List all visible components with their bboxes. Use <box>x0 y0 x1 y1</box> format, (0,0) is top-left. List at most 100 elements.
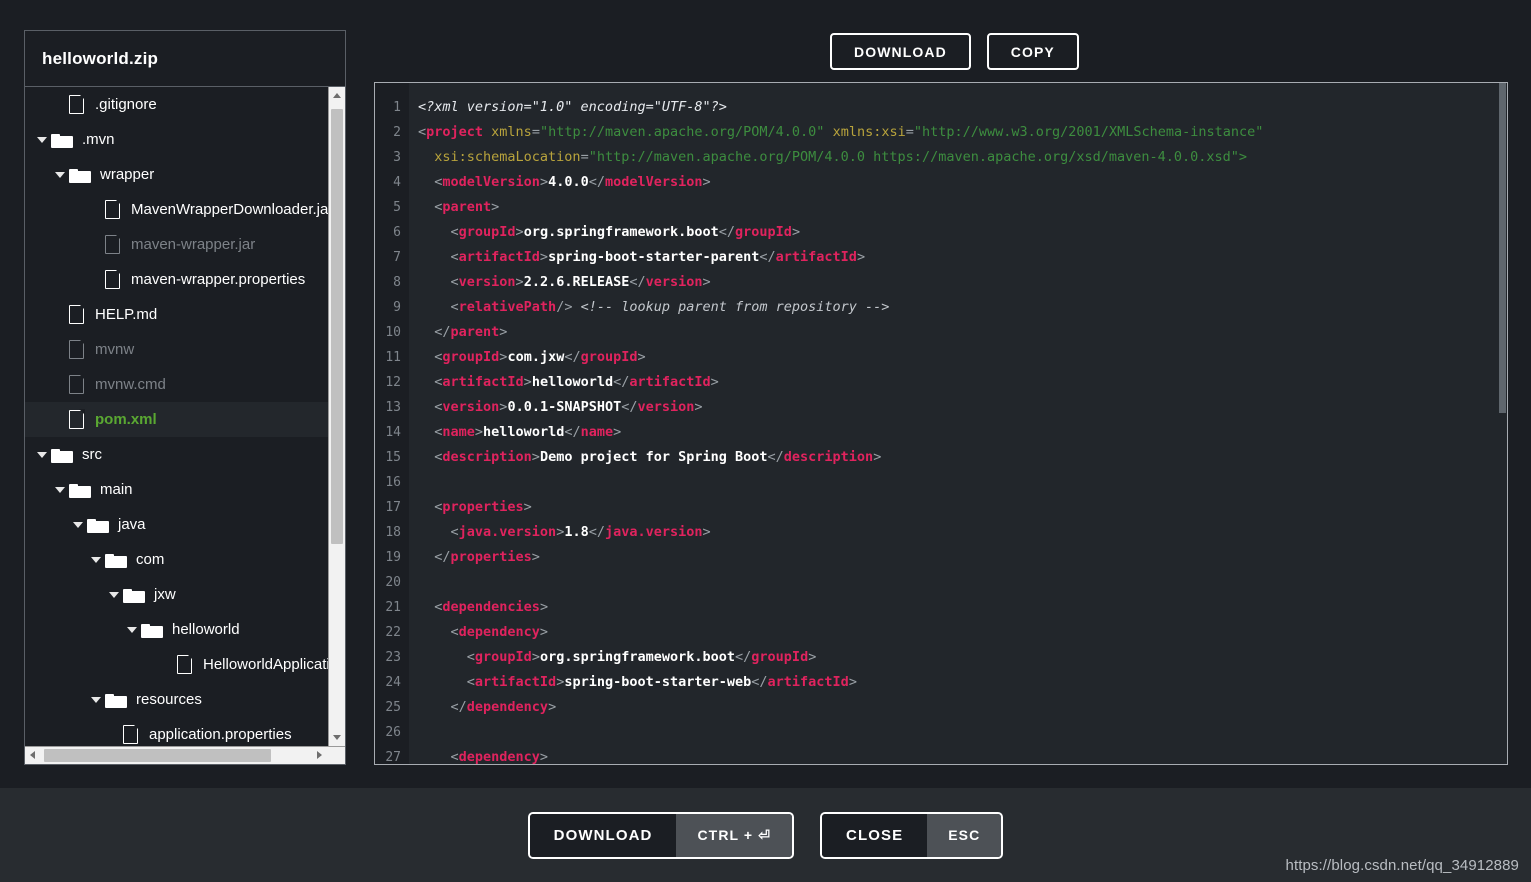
watermark-text: https://blog.csdn.net/qq_34912889 <box>1285 857 1519 874</box>
scrollbar-corner <box>328 747 345 764</box>
code-line: <version>0.0.1-SNAPSHOT</version> <box>418 395 1507 420</box>
tree-folder-row[interactable]: com <box>25 542 328 577</box>
download-button-label: DOWNLOAD <box>529 813 677 857</box>
horizontal-scrollbar-thumb[interactable] <box>44 749 271 762</box>
code-token: xmlns <box>483 124 532 140</box>
line-number: 4 <box>393 175 401 190</box>
code-token: java.version <box>604 524 703 540</box>
code-token: > <box>531 449 540 465</box>
download-button-footer[interactable]: DOWNLOAD CTRL + ⏎ <box>527 811 795 859</box>
code-token: </ <box>759 249 776 265</box>
code-token: "http://maven.apache.org/POM/4.0.0" <box>539 124 825 140</box>
code-token: groupId <box>735 224 792 240</box>
chevron-down-icon[interactable] <box>55 485 65 494</box>
tree-file-row[interactable]: application.properties <box>25 717 328 746</box>
tree-folder-row[interactable]: resources <box>25 682 328 717</box>
code-token: </ <box>751 674 768 690</box>
tree-folder-row[interactable]: .mvn <box>25 122 328 157</box>
tree-file-row[interactable]: .gitignore <box>25 87 328 122</box>
code-token: < <box>418 624 459 640</box>
code-content[interactable]: <?xml version="1.0" encoding="UTF-8"?> <p… <box>409 83 1507 764</box>
code-token: xsi:schemaLocation <box>418 149 581 165</box>
code-token: < <box>418 674 475 690</box>
code-token: > <box>710 374 719 390</box>
line-number: 3 <box>393 150 401 165</box>
tree-folder-row[interactable]: java <box>25 507 328 542</box>
tree-folder-row[interactable]: main <box>25 472 328 507</box>
code-token: parent <box>442 199 492 215</box>
close-button[interactable]: CLOSE ESC <box>820 811 1004 859</box>
code-token: artifactId <box>458 249 540 265</box>
tree-item-label: jxw <box>154 586 176 603</box>
file-icon <box>123 724 139 744</box>
code-token: 2.2.6.RELEASE <box>523 274 630 290</box>
code-token: name <box>442 424 475 440</box>
code-token: properties <box>442 499 524 515</box>
code-token: groupId <box>474 649 532 665</box>
code-token: = <box>905 124 914 140</box>
file-tree-list[interactable]: .gitignore .mvn wrapper MavenWrapperDownloa… <box>25 87 328 746</box>
file-icon <box>69 94 85 114</box>
tree-folder-row[interactable]: src <box>25 437 328 472</box>
code-line: <artifactId>spring-boot-starter-parent</… <box>418 245 1507 270</box>
chevron-down-icon[interactable] <box>37 135 47 144</box>
copy-button[interactable]: COPY <box>986 33 1079 70</box>
code-token: artifactId <box>629 374 711 390</box>
tree-folder-row[interactable]: wrapper <box>25 157 328 192</box>
tree-file-row[interactable]: maven-wrapper.jar <box>25 227 328 262</box>
code-preview-pane[interactable]: 1 2 3 4 5 6 7 8 9 10 11 12 13 14 15 16 17 18 19 20 21 22 23 24 2… <box>374 82 1508 765</box>
code-token: < <box>418 174 443 190</box>
code-line: <relativePath/> <!-- lookup parent from … <box>418 295 1507 320</box>
scroll-right-arrow-icon[interactable] <box>311 747 328 764</box>
tree-item-label: mvnw.cmd <box>95 376 166 393</box>
code-token: artifactId <box>474 674 557 690</box>
chevron-down-icon[interactable] <box>127 625 137 634</box>
file-icon <box>105 269 121 289</box>
tree-file-row[interactable]: HelloworldApplication.java <box>25 647 328 682</box>
tree-file-row[interactable]: mvnw.cmd <box>25 367 328 402</box>
code-token: dependency <box>466 699 549 715</box>
tree-folder-row[interactable]: helloworld <box>25 612 328 647</box>
code-token: "http://www.w3.org/2001/XMLSchema-instan… <box>913 124 1264 140</box>
code-token: < <box>418 499 443 515</box>
code-token: groupId <box>751 649 809 665</box>
chevron-down-icon[interactable] <box>73 520 83 529</box>
code-line: xsi:schemaLocation="http://maven.apache.… <box>418 145 1507 170</box>
file-tree-horizontal-scrollbar[interactable] <box>25 746 345 764</box>
file-tree-vertical-scrollbar[interactable] <box>328 87 345 746</box>
line-number: 23 <box>385 650 401 665</box>
line-number: 22 <box>385 625 401 640</box>
code-token: < <box>418 274 459 290</box>
chevron-down-icon[interactable] <box>91 695 101 704</box>
chevron-down-icon[interactable] <box>37 450 47 459</box>
tree-file-row[interactable]: MavenWrapperDownloader.java <box>25 192 328 227</box>
chevron-down-icon[interactable] <box>55 170 65 179</box>
code-token: </ <box>418 549 451 565</box>
tree-folder-row[interactable]: jxw <box>25 577 328 612</box>
code-token: > <box>539 599 549 615</box>
scroll-left-arrow-icon[interactable] <box>25 747 42 764</box>
scroll-up-arrow-icon[interactable] <box>329 87 345 104</box>
chevron-down-icon[interactable] <box>91 555 101 564</box>
download-button-top[interactable]: DOWNLOAD <box>830 33 971 70</box>
line-number: 24 <box>385 675 401 690</box>
scroll-down-arrow-icon[interactable] <box>329 729 345 746</box>
code-line: <groupId>com.jxw</groupId> <box>418 345 1507 370</box>
code-token: org.springframework.boot <box>523 224 719 240</box>
code-token: relativePath <box>458 299 557 315</box>
code-vertical-scrollbar[interactable] <box>1498 83 1507 764</box>
vertical-scrollbar-thumb[interactable] <box>331 109 343 544</box>
tree-file-row[interactable]: pom.xml <box>25 402 328 437</box>
code-token: = <box>580 149 589 165</box>
file-icon <box>69 409 85 429</box>
chevron-down-icon[interactable] <box>109 590 119 599</box>
tree-file-row[interactable]: HELP.md <box>25 297 328 332</box>
line-number: 5 <box>393 200 401 215</box>
code-token: > <box>873 449 882 465</box>
code-scrollbar-thumb[interactable] <box>1499 83 1506 413</box>
tree-file-row[interactable]: maven-wrapper.properties <box>25 262 328 297</box>
tree-file-row[interactable]: mvnw <box>25 332 328 367</box>
